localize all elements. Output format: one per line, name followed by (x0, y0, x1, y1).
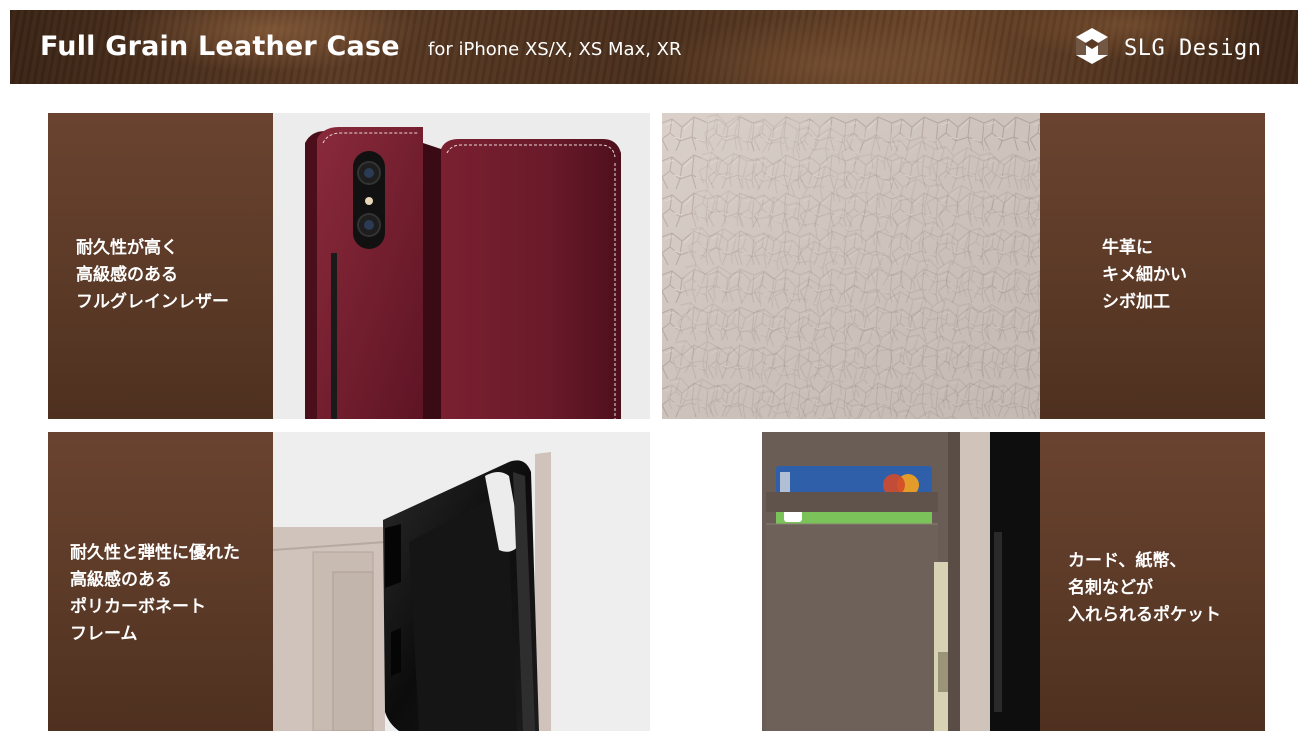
feature-text-panel-2: 牛革に キメ細かい シボ加工 (1040, 113, 1265, 419)
page-title: Full Grain Leather Case (40, 31, 400, 62)
feature-3-line-2: 高級感のある (70, 570, 172, 590)
feature-2-line-1: 牛革に (1102, 238, 1153, 258)
card-pocket-photo (662, 432, 1040, 731)
leather-grain-texture-photo (662, 113, 1040, 419)
page-subtitle: for iPhone XS/X, XS Max, XR (428, 39, 682, 60)
burgundy-leather-case-photo (273, 113, 650, 419)
feature-1-line-1: 耐久性が高く (76, 238, 178, 258)
feature-4-line-1: カード、紙幣、 (1068, 551, 1187, 571)
feature-text-panel-1: 耐久性が高く 高級感のある フルグレインレザー (48, 113, 273, 419)
feature-3-line-4: フレーム (70, 624, 138, 644)
feature-4-line-3: 入れられるポケット (1068, 605, 1221, 625)
feature-4-line-2: 名刺などが (1068, 578, 1153, 598)
feature-3-line-3: ポリカーボネート (70, 597, 206, 617)
feature-1-line-3: フルグレインレザー (76, 292, 229, 312)
feature-2-line-2: キメ細かい (1102, 265, 1187, 285)
feature-text-panel-4: カード、紙幣、 名刺などが 入れられるポケット (1040, 432, 1265, 731)
slg-cube-logo-icon (1076, 28, 1108, 64)
polycarbonate-frame-photo (273, 432, 650, 731)
feature-text-panel-3: 耐久性と弾性に優れた 高級感のある ポリカーボネート フレーム (48, 432, 273, 731)
header-banner: Full Grain Leather Case for iPhone XS/X,… (10, 10, 1298, 84)
feature-3-line-1: 耐久性と弾性に優れた (70, 543, 240, 563)
feature-1-line-2: 高級感のある (76, 265, 178, 285)
brand-name: SLG Design (1124, 36, 1262, 61)
feature-2-line-3: シボ加工 (1102, 292, 1170, 312)
